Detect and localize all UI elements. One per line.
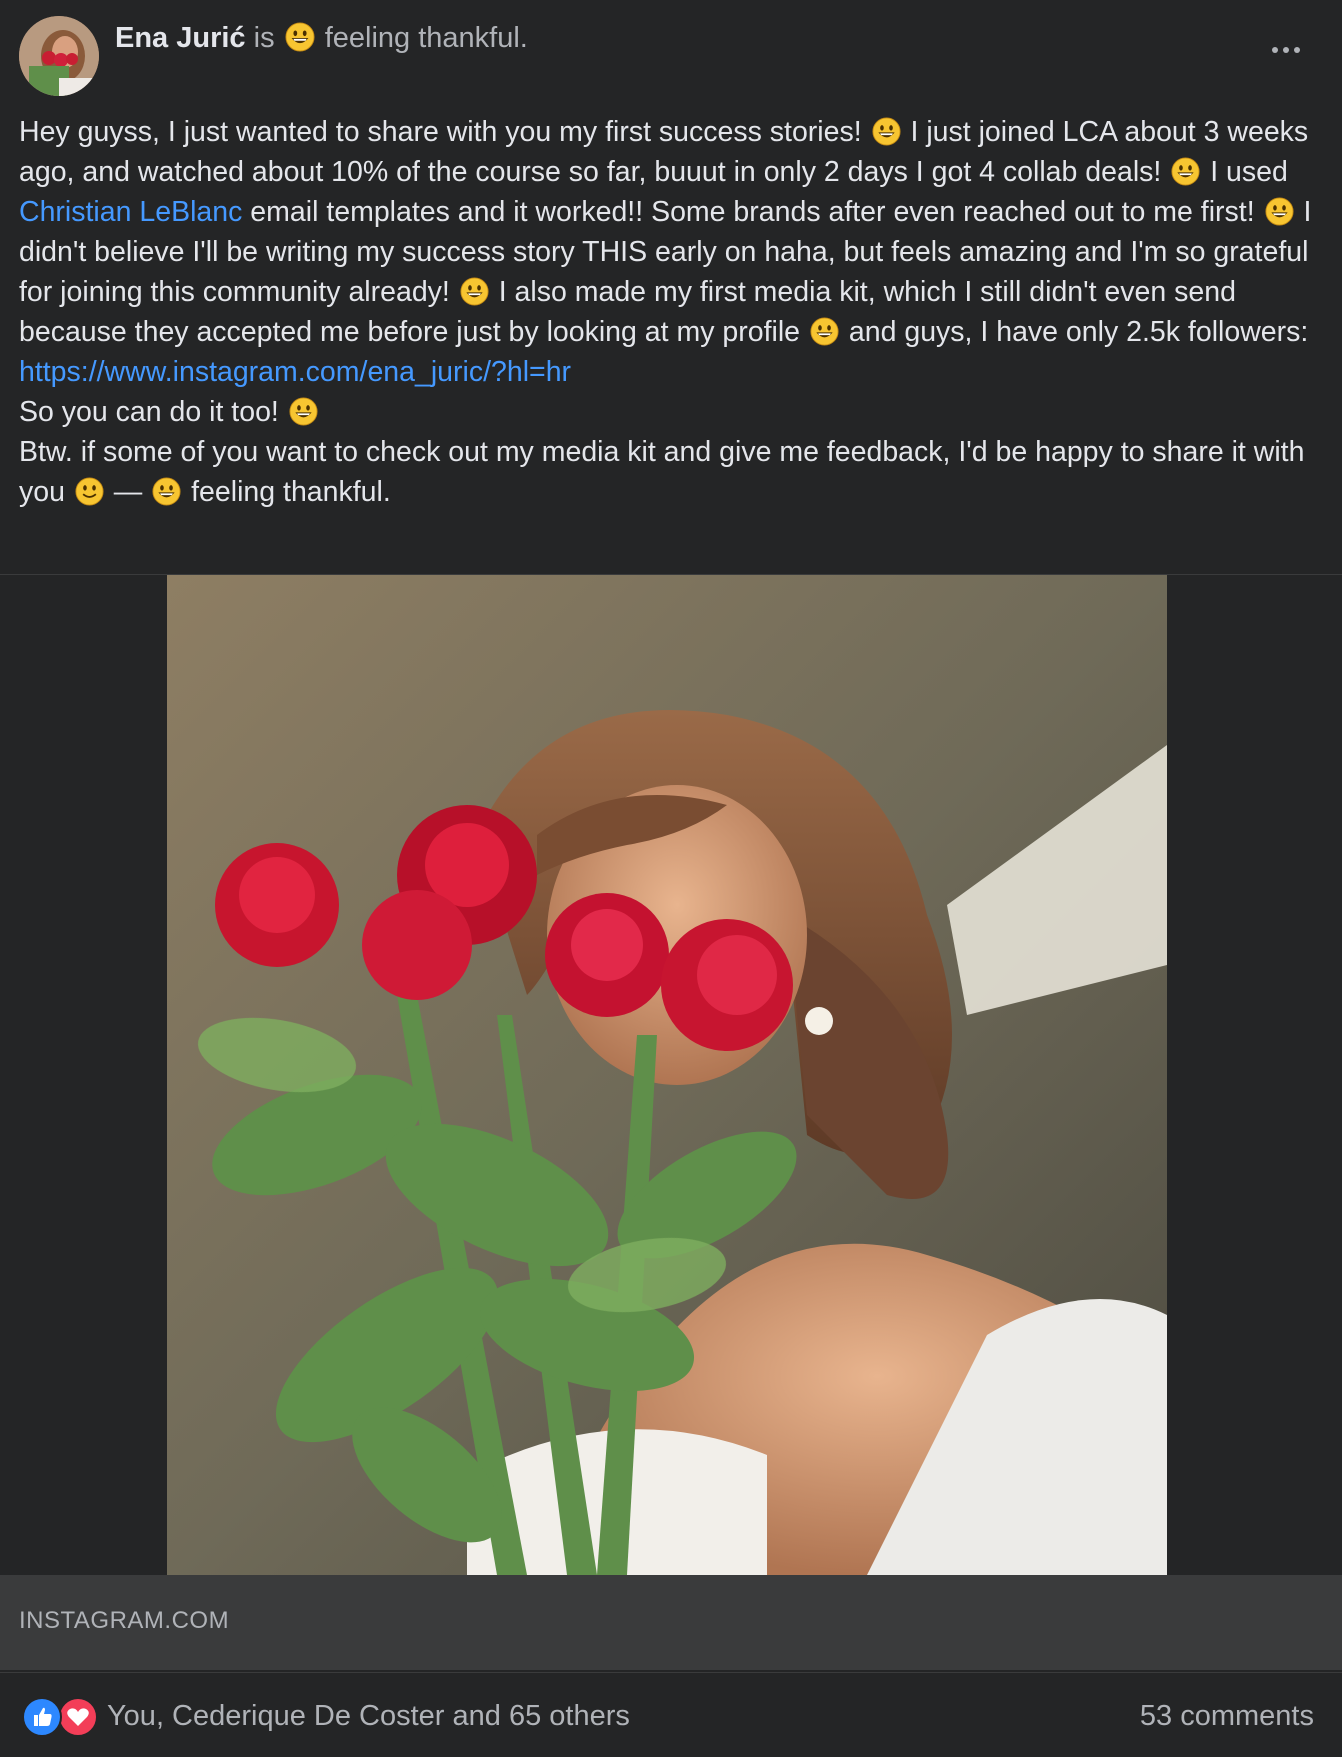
grinning-emoji-icon xyxy=(285,22,315,52)
author-name[interactable]: Ena Jurić xyxy=(115,22,246,54)
post-paragraph: So you can do it too! xyxy=(19,392,1319,432)
author-line: Ena Jurić is feeling thankful. xyxy=(115,20,528,56)
body-text-segment: email templates and it worked!! Some bra… xyxy=(250,196,1255,228)
body-text-segment: I used xyxy=(1210,156,1288,188)
reactions-bar: You, Cederique De Coster and 65 others 5… xyxy=(0,1672,1342,1757)
feeling-text[interactable]: feeling thankful. xyxy=(325,22,528,54)
grinning-emoji-icon xyxy=(1265,197,1294,226)
smiling-emoji-icon xyxy=(75,477,104,506)
grinning-emoji-icon xyxy=(152,477,181,506)
facebook-post: Ena Jurić is feeling thankful. Hey guyss… xyxy=(0,0,1342,1757)
reaction-names[interactable]: You, Cederique De Coster and 65 others xyxy=(107,1697,630,1735)
more-options-icon[interactable] xyxy=(1268,40,1304,60)
body-text-segment: So you can do it too! xyxy=(19,396,279,428)
grinning-emoji-icon xyxy=(289,397,318,426)
instagram-url-link[interactable]: https://www.instagram.com/ena_juric/?hl=… xyxy=(19,356,571,388)
grinning-emoji-icon xyxy=(1171,157,1200,186)
reaction-icons[interactable] xyxy=(22,1697,98,1737)
mention-link[interactable]: Christian LeBlanc xyxy=(19,196,242,228)
feeling-text[interactable]: feeling thankful. xyxy=(191,476,391,508)
post-body: Hey guyss, I just wanted to share with y… xyxy=(19,112,1319,512)
post-photo[interactable] xyxy=(167,575,1167,1575)
body-text-segment: and guys, I have only 2.5k followers: xyxy=(848,316,1309,348)
link-domain: INSTAGRAM.COM xyxy=(19,1607,230,1634)
like-icon xyxy=(22,1697,62,1737)
author-avatar[interactable] xyxy=(19,16,99,96)
grinning-emoji-icon xyxy=(810,317,839,346)
body-text-segment: Hey guyss, I just wanted to share with y… xyxy=(19,116,862,148)
love-icon xyxy=(58,1697,98,1737)
link-preview-bar[interactable]: INSTAGRAM.COM xyxy=(0,1575,1342,1670)
post-image-area[interactable] xyxy=(0,575,1342,1575)
post-header: Ena Jurić is feeling thankful. xyxy=(0,0,1342,110)
post-paragraph: Hey guyss, I just wanted to share with y… xyxy=(19,112,1319,392)
post-paragraph: Btw. if some of you want to check out my… xyxy=(19,432,1319,512)
grinning-emoji-icon xyxy=(460,277,489,306)
grinning-emoji-icon xyxy=(872,117,901,146)
feeling-prefix: is xyxy=(253,22,275,54)
body-text-segment: — xyxy=(113,476,143,508)
comment-count[interactable]: 53 comments xyxy=(1140,1697,1314,1735)
